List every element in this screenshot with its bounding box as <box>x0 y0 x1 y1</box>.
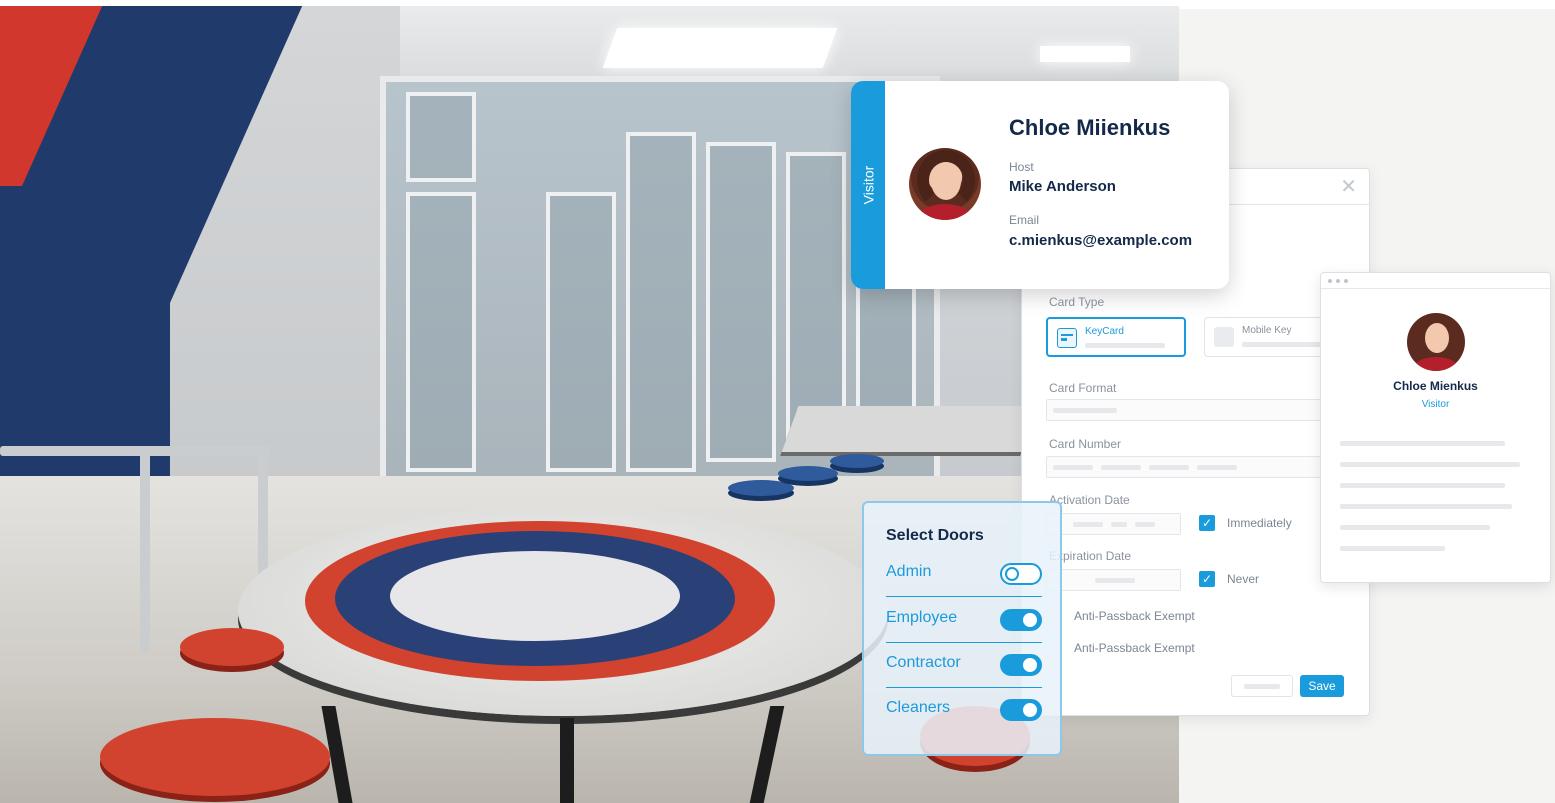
door-label: Employee <box>886 609 958 626</box>
avatar <box>1407 313 1465 371</box>
door-row-admin: Admin <box>886 553 1042 597</box>
contractor-toggle[interactable] <box>1000 654 1042 676</box>
card-format-label: Card Format <box>1049 381 1117 395</box>
door-row-contractor: Contractor <box>886 644 1042 688</box>
bench-table <box>781 406 1039 452</box>
stool <box>778 466 838 481</box>
cleaners-toggle[interactable] <box>1000 699 1042 721</box>
ceiling-light <box>1040 46 1130 62</box>
visitor-tab-label: Visitor <box>860 165 876 205</box>
card-number-label: Card Number <box>1049 437 1122 451</box>
ceiling-light <box>602 28 838 68</box>
placeholder-line <box>1340 483 1505 488</box>
select-doors-title: Select Doors <box>886 527 984 544</box>
activation-date-field[interactable] <box>1046 513 1181 535</box>
window-titlebar <box>1321 273 1550 289</box>
profile-role: Visitor <box>1421 399 1450 410</box>
card-format-field[interactable] <box>1046 399 1344 421</box>
keycard-icon <box>1057 328 1077 348</box>
stool <box>728 480 794 496</box>
glass-pane <box>546 192 616 472</box>
door-label: Admin <box>886 563 932 580</box>
profile-name: Chloe Mienkus <box>1393 379 1478 393</box>
glass-pane <box>406 92 476 182</box>
railing <box>140 452 150 652</box>
anti-passback-label: Anti-Passback Exempt <box>1074 641 1195 655</box>
window-dot-icon <box>1328 279 1332 283</box>
select-doors-panel: Select Doors Admin Employee Contractor C… <box>862 501 1062 756</box>
card-type-keycard[interactable]: KeyCard <box>1046 317 1186 357</box>
never-label: Never <box>1227 572 1260 586</box>
placeholder-line <box>1242 342 1322 347</box>
admin-toggle[interactable] <box>1000 563 1042 585</box>
door-row-employee: Employee <box>886 599 1042 643</box>
glass-pane <box>626 132 696 472</box>
placeholder-line <box>1085 343 1165 348</box>
email-value: c.mienkus@example.com <box>1009 232 1193 249</box>
placeholder-line <box>1340 441 1505 446</box>
window-dot-icon <box>1344 279 1348 283</box>
card-number-field[interactable] <box>1046 456 1344 478</box>
door-row-cleaners: Cleaners <box>886 689 1042 733</box>
door-label: Contractor <box>886 654 961 671</box>
window-dot-icon <box>1336 279 1340 283</box>
mobile-key-label: Mobile Key <box>1242 325 1292 336</box>
immediately-checkbox[interactable]: ✓ <box>1199 515 1215 531</box>
card-type-label: Card Type <box>1049 295 1105 309</box>
placeholder-line <box>1340 462 1520 467</box>
placeholder-line <box>1340 525 1490 530</box>
profile-window: Chloe Mienkus Visitor <box>1320 272 1551 583</box>
visitor-name: Chloe Miienkus <box>1009 115 1171 140</box>
glass-pane <box>406 192 476 472</box>
visitor-card: Visitor Chloe Miienkus Host Mike Anderso… <box>851 81 1229 289</box>
close-icon[interactable]: ✕ <box>1340 177 1357 197</box>
avatar <box>909 148 981 220</box>
table-leg <box>560 718 574 803</box>
immediately-label: Immediately <box>1227 516 1292 530</box>
cancel-button[interactable] <box>1231 675 1293 697</box>
door-label: Cleaners <box>886 699 951 716</box>
railing <box>0 446 270 456</box>
email-label: Email <box>1009 213 1040 227</box>
stool <box>830 454 884 468</box>
seat <box>180 628 284 666</box>
mobile-key-icon <box>1214 327 1234 347</box>
save-button[interactable]: Save <box>1300 675 1344 697</box>
host-value: Mike Anderson <box>1009 178 1116 195</box>
host-label: Host <box>1009 160 1034 174</box>
employee-toggle[interactable] <box>1000 609 1042 631</box>
placeholder-line <box>1340 546 1445 551</box>
placeholder-line <box>1340 504 1512 509</box>
glass-pane <box>706 142 776 462</box>
expiration-date-field[interactable] <box>1046 569 1181 591</box>
keycard-label: KeyCard <box>1085 326 1124 337</box>
never-checkbox[interactable]: ✓ <box>1199 571 1215 587</box>
seat <box>100 718 330 796</box>
table-logo <box>390 551 680 641</box>
anti-passback-label: Anti-Passback Exempt <box>1074 609 1195 623</box>
